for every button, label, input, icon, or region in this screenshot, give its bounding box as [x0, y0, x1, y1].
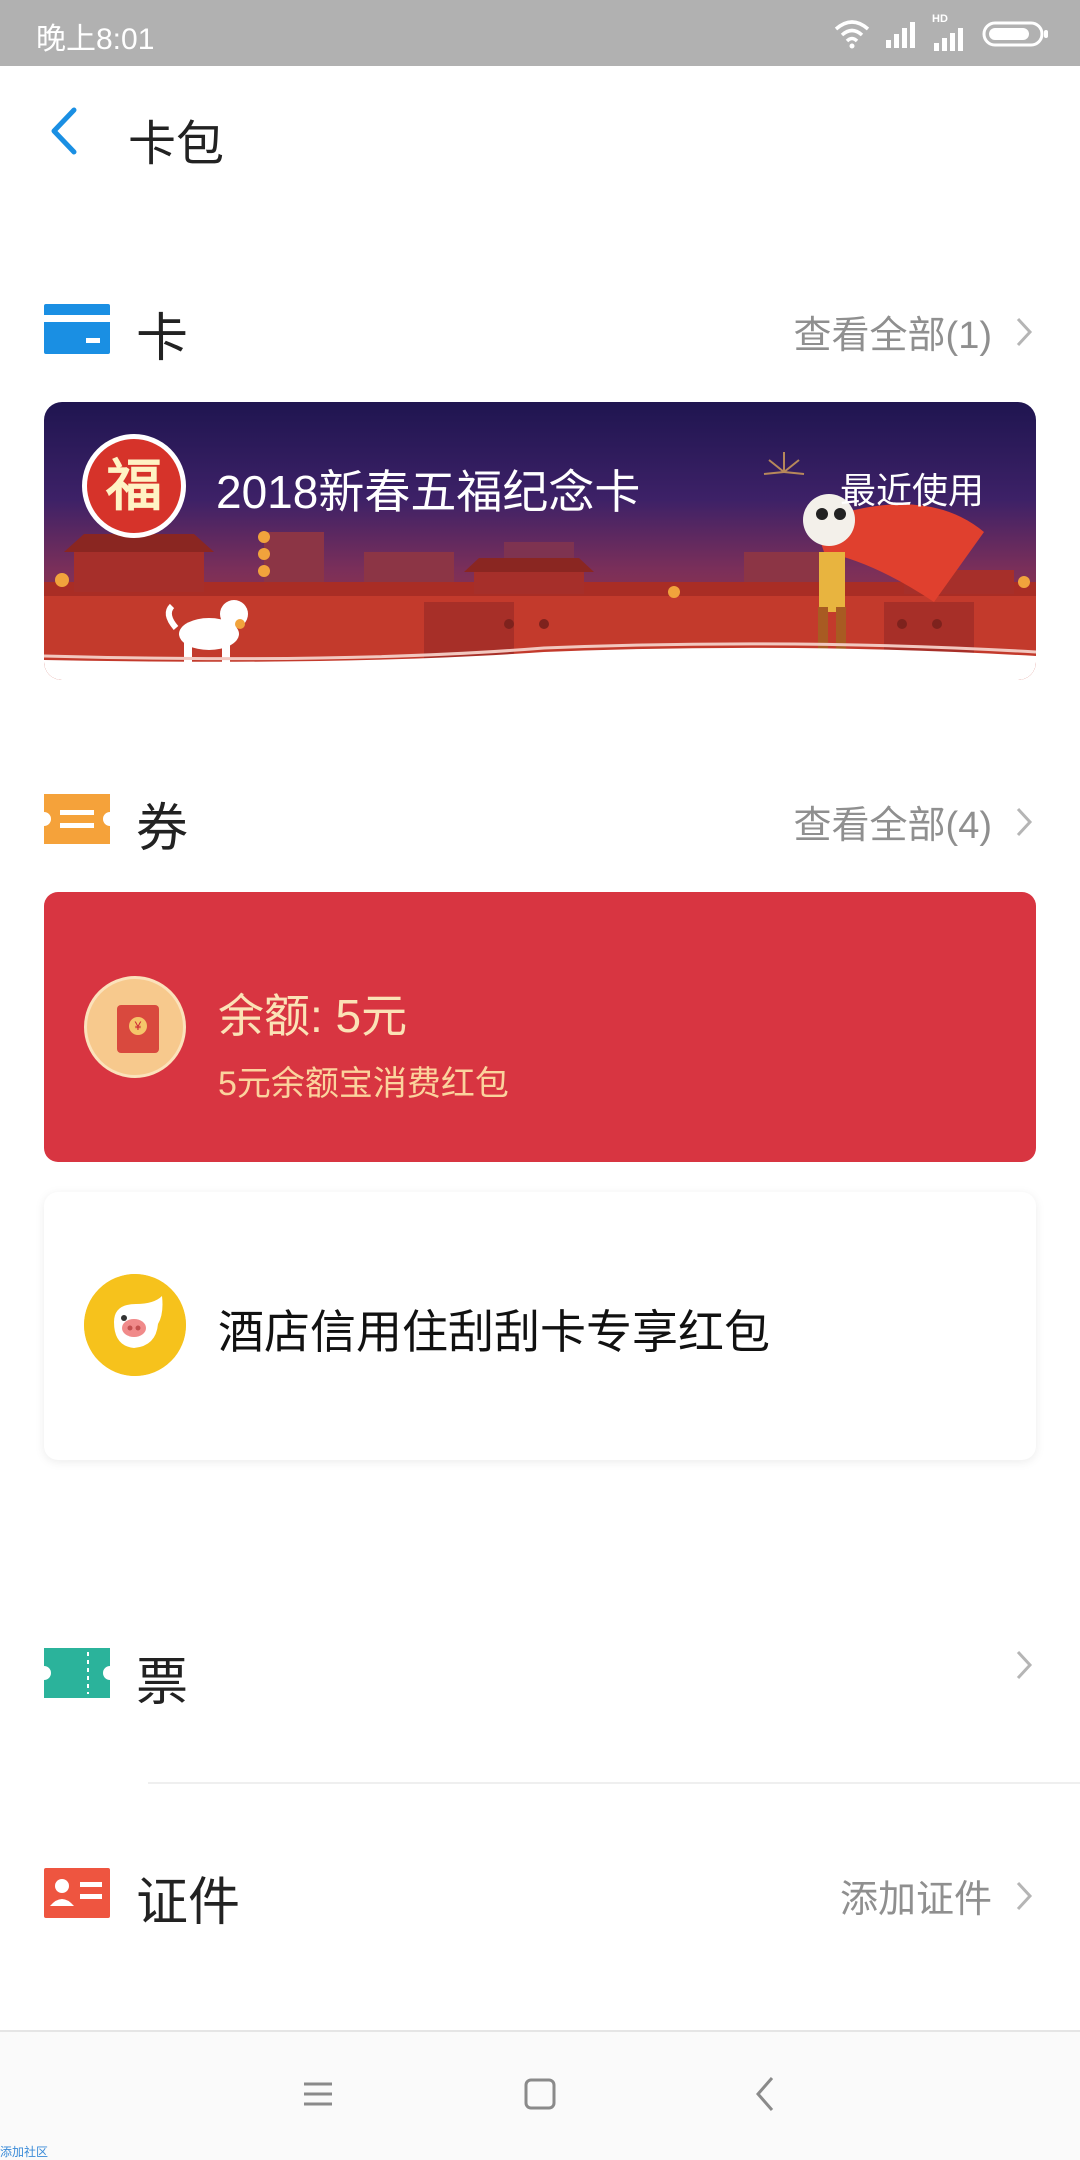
- id-card-icon: [44, 1868, 110, 1918]
- voucher-description: 5元余额宝消费红包: [218, 1065, 509, 1103]
- status-bar: 晚上8:01 HD: [0, 0, 1080, 66]
- festival-scene-illustration: [44, 452, 1036, 680]
- card-icon: [44, 304, 110, 354]
- section-tickets-row[interactable]: 票: [0, 1626, 1080, 1716]
- ticket-icon: [44, 1648, 110, 1698]
- nav-back-icon[interactable]: [744, 2072, 788, 2116]
- section-cards-title: 卡: [136, 310, 189, 368]
- voucher-item-hotel[interactable]: 酒店信用住刮刮卡专享红包: [44, 1192, 1036, 1460]
- chevron-right-icon: [1016, 807, 1033, 836]
- view-all-cards-label: 查看全部(1): [793, 315, 992, 357]
- tickets-chevron[interactable]: [1014, 1648, 1034, 1682]
- watermark: 添加社区: [0, 2145, 49, 2159]
- section-vouchers-header[interactable]: 券 查看全部(4): [0, 772, 1080, 862]
- home-icon[interactable]: [518, 2072, 562, 2116]
- chevron-right-icon: [1016, 1650, 1033, 1680]
- fu-badge-icon: 福: [82, 434, 186, 538]
- back-button[interactable]: [40, 96, 100, 166]
- view-all-vouchers-label: 查看全部(4): [793, 805, 992, 847]
- voucher-title: 酒店信用住刮刮卡专享红包: [218, 1306, 770, 1358]
- fu-badge-char: 福: [87, 439, 181, 533]
- view-all-cards-link[interactable]: 查看全部(1): [794, 304, 1034, 359]
- signal-hd-icon: HD: [932, 13, 968, 51]
- wifi-icon: [834, 20, 870, 49]
- page-title: 卡包: [128, 118, 225, 171]
- chevron-right-icon: [1016, 1881, 1033, 1910]
- red-envelope-icon: ¥: [84, 976, 186, 1078]
- add-id-link[interactable]: 添加证件: [840, 1868, 1034, 1923]
- card-name: 2018新春五福纪念卡: [216, 466, 641, 518]
- signal-icon: [886, 22, 915, 48]
- coupon-icon: [44, 794, 110, 844]
- network-label: HD: [932, 13, 948, 25]
- section-ids-title: 证件: [136, 1874, 241, 1932]
- view-all-vouchers-link[interactable]: 查看全部(4): [794, 794, 1034, 849]
- red-envelope-shape: ¥: [117, 1005, 159, 1053]
- header: 卡包: [0, 66, 1080, 200]
- section-vouchers-title: 券: [136, 800, 189, 858]
- section-ids-row[interactable]: 证件 添加证件: [0, 1846, 1080, 1936]
- section-tickets-title: 票: [136, 1654, 189, 1712]
- recently-used-tag: 最近使用: [839, 470, 984, 511]
- back-arrow-icon: [51, 107, 77, 155]
- menu-icon[interactable]: [296, 2072, 340, 2116]
- add-id-label: 添加证件: [839, 1879, 992, 1921]
- status-time: 晚上8:01: [36, 23, 155, 56]
- voucher-item-yuebao[interactable]: ¥ 余额: 5元 5元余额宝消费红包: [44, 892, 1036, 1162]
- yuan-symbol: ¥: [129, 1017, 147, 1035]
- voucher-amount: 余额: 5元: [218, 990, 408, 1042]
- system-nav-bar: [0, 2030, 1080, 2160]
- chevron-right-icon: [1016, 317, 1033, 346]
- section-cards-header[interactable]: 卡 查看全部(1): [0, 282, 1080, 372]
- section-divider: [148, 1782, 1080, 1784]
- fliggy-pig-logo-icon: [84, 1274, 186, 1376]
- battery-icon: [982, 21, 1048, 47]
- status-icons: HD: [834, 13, 1050, 52]
- card-item-spring-festival[interactable]: 福 2018新春五福纪念卡 最近使用: [44, 402, 1036, 680]
